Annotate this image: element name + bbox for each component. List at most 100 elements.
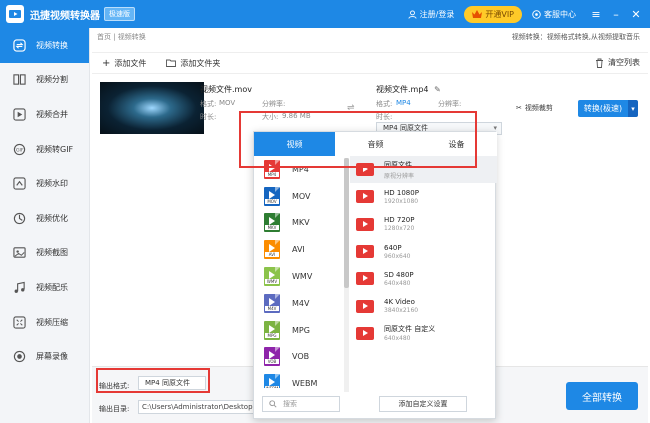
resolution-size: 1920x1080	[384, 197, 419, 205]
app-logo-icon	[6, 5, 24, 23]
service-button[interactable]: 客服中心	[532, 9, 576, 20]
add-folder-button[interactable]: 添加文件夹	[166, 58, 220, 69]
screenshot-icon	[12, 246, 26, 260]
output-dir-input[interactable]: C:\Users\Administrator\Desktop	[138, 400, 258, 414]
format-icon-tag: VOB	[265, 359, 279, 365]
sidebar-item-label: 视频截图	[36, 248, 68, 258]
highlight-box-tabs	[239, 111, 477, 168]
resolution-item[interactable]: HD 1080P 1920x1080	[350, 183, 497, 210]
edit-icon[interactable]: ✎	[434, 85, 441, 94]
source-resolution-label: 分辨率:	[262, 100, 286, 108]
sidebar-item-screen-record[interactable]: 屏幕录像	[0, 339, 89, 374]
login-label: 注册/登录	[419, 9, 455, 19]
app-title: 迅捷视频转换器	[30, 10, 100, 22]
title-bar: 迅捷视频转换器 极速版 注册/登录 开通VIP 客服中心 ≡ – ✕	[0, 0, 650, 28]
sidebar-item-label: 视频优化	[36, 213, 68, 223]
clear-list-label: 清空列表	[608, 58, 640, 67]
music-icon	[12, 280, 26, 294]
sidebar-item-video-convert[interactable]: 视频转换	[0, 28, 89, 63]
minimize-icon[interactable]: –	[606, 0, 626, 28]
format-item[interactable]: MOV MOV	[254, 183, 344, 210]
format-item[interactable]: MKV MKV	[254, 210, 344, 237]
sidebar-item-video-screenshot[interactable]: 视频截图	[0, 236, 89, 271]
resolution-item[interactable]: SD 480P 640x480	[350, 265, 497, 292]
format-label: AVI	[292, 245, 305, 255]
convert-button[interactable]: 转换(极速)	[578, 100, 628, 117]
search-icon	[269, 400, 277, 408]
video-play-icon	[356, 217, 374, 231]
sidebar-item-video-gif[interactable]: GIF 视频转GIF	[0, 132, 89, 167]
sidebar-item-video-watermark[interactable]: 视频水印	[0, 166, 89, 201]
close-icon[interactable]: ✕	[626, 0, 646, 28]
sidebar-item-video-optimize[interactable]: 视频优化	[0, 201, 89, 236]
add-custom-setting-button[interactable]: 添加自定义设置	[379, 396, 467, 412]
source-format-label: 格式:	[200, 100, 217, 108]
video-file-icon: MKV	[264, 213, 280, 233]
format-label: WEBM	[292, 379, 318, 388]
clear-list-button[interactable]: 清空列表	[595, 57, 640, 68]
format-icon-tag: M4V	[265, 305, 279, 311]
trash-icon	[596, 58, 603, 68]
sidebar-item-label: 视频合并	[36, 109, 68, 119]
source-duration-label: 时长:	[200, 113, 217, 121]
sidebar-item-video-split[interactable]: 视频分割	[0, 63, 89, 98]
resolution-item[interactable]: 640P 960x640	[350, 238, 497, 265]
format-label: MOV	[292, 191, 311, 201]
format-search-input[interactable]: 搜索	[262, 396, 340, 412]
resolution-item[interactable]: HD 720P 1280x720	[350, 211, 497, 238]
format-icon-tag: MOV	[265, 198, 279, 204]
format-label: MPG	[292, 325, 310, 335]
crown-icon	[472, 10, 483, 18]
edition-badge: 极速版	[104, 7, 135, 21]
resolution-size: 640x480	[384, 279, 411, 287]
format-icon-tag: WMV	[265, 279, 279, 285]
compress-icon	[12, 315, 26, 329]
source-file-name: 视频文件.mov	[200, 85, 252, 94]
source-format: MOV	[219, 99, 236, 107]
video-play-icon	[356, 190, 374, 204]
convert-all-button[interactable]: 全部转换	[566, 382, 638, 410]
sidebar-item-label: 视频压缩	[36, 317, 68, 327]
resolution-title: HD 720P	[384, 216, 415, 225]
format-item[interactable]: WMV WMV	[254, 263, 344, 290]
format-item[interactable]: M4V M4V	[254, 290, 344, 317]
merge-icon	[12, 107, 26, 121]
toolbar: + 添加文件 添加文件夹 清空列表	[92, 52, 648, 74]
format-icon-tag: MPG	[265, 332, 279, 338]
record-icon	[12, 350, 26, 364]
format-item[interactable]: MPG MPG	[254, 317, 344, 344]
resolution-title: 同原文件 自定义	[384, 325, 436, 334]
add-file-button[interactable]: + 添加文件	[102, 58, 146, 69]
format-item[interactable]: VOB VOB	[254, 344, 344, 371]
video-file-icon: WEBM	[264, 374, 280, 388]
format-label: MKV	[292, 218, 310, 228]
clip-button[interactable]: ✂ 视频裁剪	[516, 103, 553, 113]
format-icon-tag: WEBM	[265, 386, 279, 388]
target-format-label: 格式:	[376, 100, 393, 108]
scrollbar-thumb[interactable]	[344, 158, 349, 288]
menu-icon[interactable]: ≡	[586, 0, 606, 28]
search-placeholder: 搜索	[283, 400, 297, 408]
video-file-icon: MOV	[264, 186, 280, 206]
resolution-item[interactable]: 同原文件 自定义 640x480	[350, 320, 497, 347]
optimize-icon	[12, 211, 26, 225]
resolution-item[interactable]: 4K Video 3840x2160	[350, 292, 497, 319]
convert-icon	[12, 38, 26, 52]
sidebar-item-video-merge[interactable]: 视频合并	[0, 97, 89, 132]
resolution-size: 原视分辨率	[384, 172, 415, 180]
login-button[interactable]: 注册/登录	[408, 9, 455, 20]
sidebar-item-video-music[interactable]: 视频配乐	[0, 270, 89, 305]
watermark-icon	[12, 177, 26, 191]
format-list-scrollbar[interactable]	[344, 158, 349, 392]
svg-text:GIF: GIF	[15, 147, 23, 153]
sidebar: 视频转换 视频分割 视频合并 GIF 视频转GIF 视频水印 视频优化 视频截图…	[0, 28, 90, 423]
format-item[interactable]: WEBM WEBM	[254, 370, 344, 388]
format-item[interactable]: AVI AVI	[254, 236, 344, 263]
convert-dropdown-button[interactable]: ▾	[628, 100, 638, 117]
vip-button[interactable]: 开通VIP	[464, 5, 522, 23]
resolution-size: 1280x720	[384, 225, 415, 233]
sidebar-item-video-compress[interactable]: 视频压缩	[0, 305, 89, 340]
user-icon	[408, 9, 417, 19]
target-resolution-label: 分辨率:	[438, 100, 462, 108]
add-file-label: 添加文件	[114, 58, 147, 68]
